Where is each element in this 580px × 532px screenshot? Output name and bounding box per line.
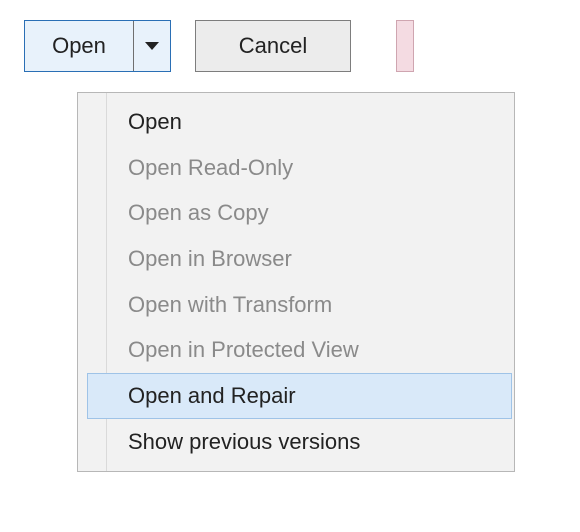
- menu-item-open-and-repair[interactable]: Open and Repair: [87, 373, 512, 419]
- open-button[interactable]: Open: [25, 21, 134, 71]
- menu-item-label: Open in Protected View: [128, 337, 359, 362]
- menu-item-open-in-browser[interactable]: Open in Browser: [87, 236, 512, 282]
- menu-item-label: Open in Browser: [128, 246, 292, 271]
- menu-item-label: Open as Copy: [128, 200, 269, 225]
- open-dropdown-toggle[interactable]: [134, 21, 170, 71]
- menu-item-label: Open with Transform: [128, 292, 332, 317]
- menu-item-open-with-transform[interactable]: Open with Transform: [87, 282, 512, 328]
- cancel-button[interactable]: Cancel: [195, 20, 351, 72]
- menu-item-label: Show previous versions: [128, 429, 360, 454]
- menu-item-open-read-only[interactable]: Open Read-Only: [87, 145, 512, 191]
- menu-item-label: Open: [128, 109, 182, 134]
- open-dropdown-menu: Open Open Read-Only Open as Copy Open in Br…: [77, 92, 515, 472]
- menu-item-show-previous-versions[interactable]: Show previous versions: [87, 419, 512, 465]
- menu-item-open-in-protected-view[interactable]: Open in Protected View: [87, 327, 512, 373]
- chevron-down-icon: [145, 42, 159, 50]
- menu-item-label: Open and Repair: [128, 383, 296, 408]
- menu-item-label: Open Read-Only: [128, 155, 293, 180]
- menu-item-open[interactable]: Open: [87, 99, 512, 145]
- menu-item-open-as-copy[interactable]: Open as Copy: [87, 190, 512, 236]
- cancel-button-label: Cancel: [239, 33, 307, 59]
- scrollbar-accent: [396, 20, 414, 72]
- open-split-button[interactable]: Open: [24, 20, 171, 72]
- open-button-label: Open: [52, 33, 106, 59]
